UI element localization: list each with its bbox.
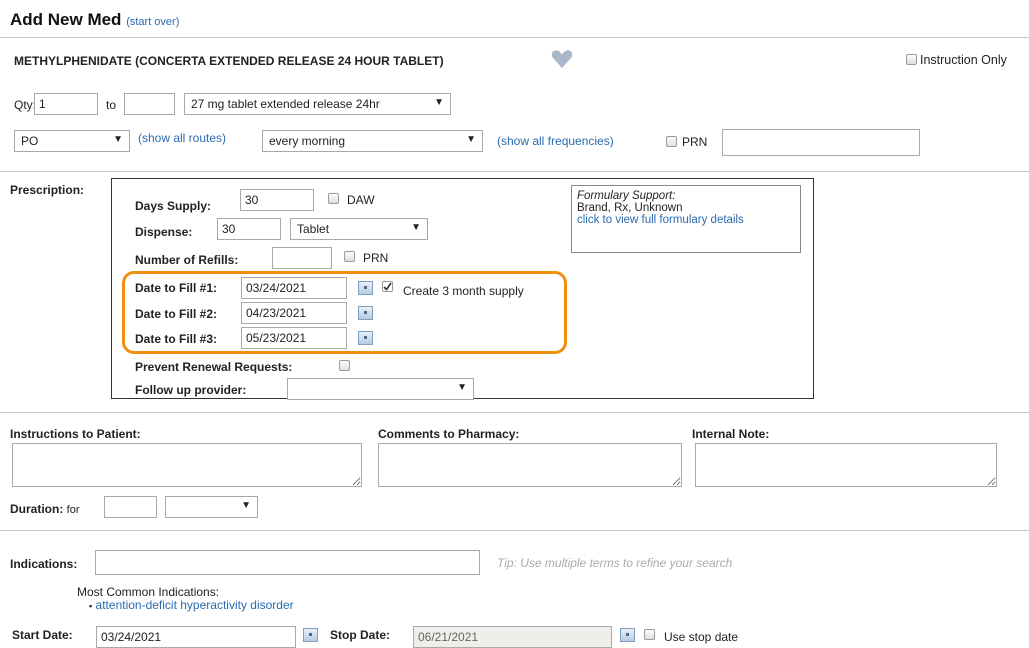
prescription-label: Prescription:	[10, 183, 85, 197]
stop-date-label: Stop Date:	[330, 628, 390, 642]
fill2-input[interactable]	[241, 302, 347, 324]
comments-label: Comments to Pharmacy:	[378, 427, 520, 441]
prn-checkbox[interactable]	[666, 136, 677, 147]
route-select[interactable]: PO ▼	[14, 130, 130, 152]
prevent-renewal-checkbox[interactable]	[339, 360, 350, 371]
instructions-label: Instructions to Patient:	[10, 427, 141, 441]
refills-input[interactable]	[272, 247, 332, 269]
chevron-down-icon: ▼	[457, 382, 467, 393]
indications-label: Indications:	[10, 557, 78, 571]
common-indications-label: Most Common Indications:	[77, 585, 220, 599]
fill1-label: Date to Fill #1:	[135, 281, 218, 295]
prevent-renewal-label: Prevent Renewal Requests:	[135, 360, 293, 374]
follow-up-select[interactable]: ▼	[287, 378, 474, 400]
route-value: PO	[21, 134, 39, 148]
daw-label: DAW	[347, 193, 375, 207]
internal-note-textarea[interactable]	[695, 443, 997, 487]
fill3-input[interactable]	[241, 327, 347, 349]
days-supply-label: Days Supply:	[135, 199, 212, 213]
refills-prn-label: PRN	[363, 251, 389, 265]
start-date-label: Start Date:	[12, 628, 73, 642]
qty-from-input[interactable]	[34, 93, 98, 115]
qty-to-input[interactable]	[124, 93, 175, 115]
dispense-unit-value: Tablet	[297, 222, 330, 236]
comments-textarea[interactable]	[378, 443, 682, 487]
instructions-textarea[interactable]	[12, 443, 362, 487]
calendar-icon[interactable]	[358, 281, 373, 295]
dispense-input[interactable]	[217, 218, 281, 240]
calendar-icon[interactable]	[303, 628, 318, 642]
heart-icon[interactable]	[551, 49, 573, 72]
calendar-icon[interactable]	[358, 306, 373, 320]
follow-up-label: Follow up provider:	[135, 383, 247, 397]
instruction-only-label: Instruction Only	[920, 53, 1007, 67]
chevron-down-icon: ▼	[411, 222, 421, 233]
daw-checkbox[interactable]	[328, 193, 339, 204]
page-title: Add New Med (start over)	[10, 10, 180, 29]
use-stop-date-label: Use stop date	[664, 630, 739, 644]
start-date-input[interactable]	[96, 626, 296, 648]
formulary-title: Formulary Support:	[577, 190, 676, 202]
formulary-info: Brand, Rx, Unknown	[577, 202, 683, 214]
indications-input[interactable]	[95, 550, 480, 575]
fill1-input[interactable]	[241, 277, 347, 299]
refills-prn-checkbox[interactable]	[344, 251, 355, 262]
show-all-frequencies-link[interactable]: (show all frequencies)	[497, 134, 614, 148]
three-month-label: Create 3 month supply	[403, 284, 524, 298]
refills-label: Number of Refills:	[135, 253, 239, 267]
divider	[0, 530, 1029, 531]
chevron-down-icon: ▼	[113, 134, 123, 145]
chevron-down-icon: ▼	[241, 500, 251, 511]
divider	[0, 412, 1029, 413]
duration-label: Duration: for	[10, 502, 80, 516]
stop-date-input[interactable]	[413, 626, 612, 648]
chevron-down-icon: ▼	[434, 97, 444, 108]
dispense-unit-select[interactable]: Tablet ▼	[290, 218, 428, 240]
formulary-details-link[interactable]: click to view full formulary details	[577, 214, 795, 226]
show-all-routes-link[interactable]: (show all routes)	[138, 131, 226, 145]
med-name: METHYLPHENIDATE (CONCERTA EXTENDED RELEA…	[14, 54, 444, 68]
duration-input[interactable]	[104, 496, 157, 518]
frequency-select[interactable]: every morning ▼	[262, 130, 483, 152]
indications-tip: Tip: Use multiple terms to refine your s…	[497, 556, 733, 570]
calendar-icon[interactable]	[358, 331, 373, 345]
calendar-icon[interactable]	[620, 628, 635, 642]
frequency-value: every morning	[269, 134, 346, 148]
qty-label: Qty:	[14, 98, 37, 112]
days-supply-input[interactable]	[240, 189, 314, 211]
chevron-down-icon: ▼	[466, 134, 476, 145]
start-over-link[interactable]: (start over)	[126, 16, 179, 28]
indication-link[interactable]: attention-deficit hyperactivity disorder	[96, 598, 294, 612]
common-indication-item: ▪ attention-deficit hyperactivity disord…	[89, 598, 294, 612]
duration-unit-select[interactable]: ▼	[165, 496, 258, 518]
fill3-label: Date to Fill #3:	[135, 332, 218, 346]
internal-note-label: Internal Note:	[692, 427, 770, 441]
qty-to-label: to	[106, 98, 117, 112]
formulary-box: Formulary Support: Brand, Rx, Unknown cl…	[571, 185, 801, 253]
use-stop-date-checkbox[interactable]	[644, 629, 655, 640]
divider	[0, 37, 1029, 38]
prn-reason-input[interactable]	[722, 129, 920, 156]
instruction-only-checkbox[interactable]	[906, 54, 917, 65]
dosage-form-select[interactable]: 27 mg tablet extended release 24hr ▼	[184, 93, 451, 115]
prn-label: PRN	[682, 135, 708, 149]
dispense-label: Dispense:	[135, 225, 193, 239]
dosage-form-value: 27 mg tablet extended release 24hr	[191, 97, 380, 111]
divider	[0, 171, 1029, 172]
fill2-label: Date to Fill #2:	[135, 307, 218, 321]
three-month-checkbox[interactable]	[382, 281, 393, 292]
